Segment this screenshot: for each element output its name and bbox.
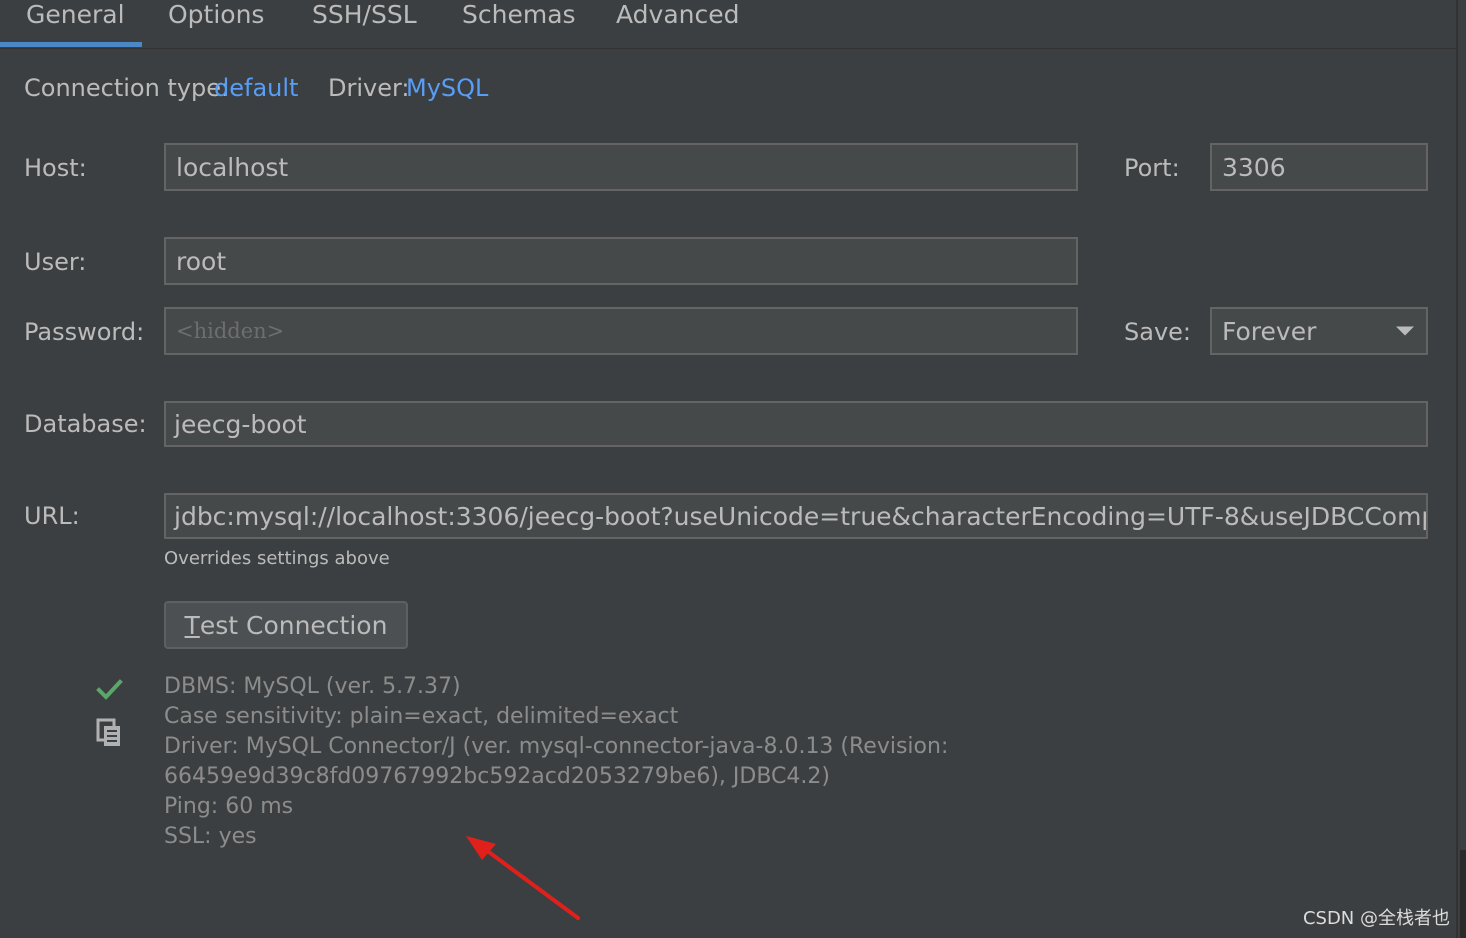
host-label: Host:	[24, 154, 87, 182]
result-driver: Driver: MySQL Connector/J (ver. mysql-co…	[164, 734, 949, 759]
active-tab-indicator	[0, 42, 142, 47]
connection-type-link[interactable]: default	[214, 74, 298, 102]
database-input[interactable]: jeecg-boot	[164, 401, 1428, 447]
result-ping: Ping: 60 ms	[164, 794, 294, 819]
connection-type-label: Connection type:	[24, 74, 230, 102]
user-label: User:	[24, 248, 87, 276]
port-label: Port:	[1124, 154, 1180, 182]
host-input[interactable]: localhost	[164, 143, 1078, 191]
database-label: Database:	[24, 410, 147, 438]
user-input[interactable]: root	[164, 237, 1078, 285]
driver-link[interactable]: MySQL	[406, 74, 488, 102]
host-value: localhost	[176, 152, 289, 182]
password-placeholder: <hidden>	[176, 319, 285, 343]
test-connection-label: est Connection	[199, 610, 388, 640]
save-select-value: Forever	[1222, 316, 1317, 346]
test-connection-button[interactable]: Test Connection	[164, 601, 408, 649]
tab-general[interactable]: General	[26, 0, 125, 44]
result-dbms: DBMS: MySQL (ver. 5.7.37)	[164, 674, 461, 699]
port-input[interactable]: 3306	[1210, 143, 1428, 191]
connection-result: DBMS: MySQL (ver. 5.7.37) Case sensitivi…	[164, 672, 948, 852]
result-driver-revision: 66459e9d39c8fd09767992bc592acd2053279be6…	[164, 764, 830, 789]
url-label: URL:	[24, 502, 80, 530]
password-label: Password:	[24, 318, 145, 346]
tab-ssh-ssl[interactable]: SSH/SSL	[312, 0, 417, 44]
watermark: CSDN @全栈者也	[1302, 908, 1450, 929]
tab-options[interactable]: Options	[168, 0, 264, 44]
password-input[interactable]: <hidden>	[164, 307, 1078, 355]
database-value: jeecg-boot	[174, 409, 307, 439]
panel-edge	[1460, 850, 1466, 938]
tab-advanced[interactable]: Advanced	[616, 0, 740, 44]
chevron-down-icon	[1396, 326, 1414, 336]
url-value: jdbc:mysql://localhost:3306/jeecg-boot?u…	[174, 501, 1428, 531]
check-icon	[96, 679, 123, 700]
copy-icon[interactable]	[96, 718, 124, 748]
result-case-sensitivity: Case sensitivity: plain=exact, delimited…	[164, 704, 679, 729]
driver-label: Driver:	[328, 74, 410, 102]
url-input[interactable]: jdbc:mysql://localhost:3306/jeecg-boot?u…	[164, 493, 1428, 539]
tab-bar: General Options SSH/SSL Schemas Advanced	[0, 0, 1456, 49]
user-value: root	[176, 246, 227, 276]
test-connection-mnemonic: T	[184, 610, 200, 640]
tab-schemas[interactable]: Schemas	[462, 0, 576, 44]
port-value: 3306	[1222, 152, 1286, 182]
annotation-arrow	[466, 836, 580, 920]
save-select[interactable]: Forever	[1210, 307, 1428, 355]
save-label: Save:	[1124, 318, 1191, 346]
panel-divider	[1456, 0, 1458, 938]
url-hint: Overrides settings above	[164, 548, 390, 569]
